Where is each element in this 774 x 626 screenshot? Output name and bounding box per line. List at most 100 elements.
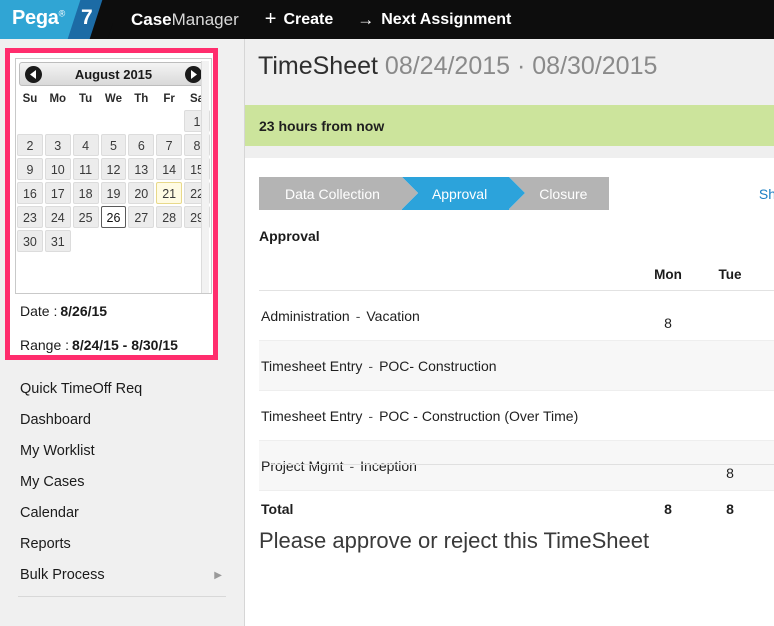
calendar-day-empty — [101, 110, 127, 132]
calendar-day-24[interactable]: 24 — [44, 206, 71, 228]
calendar-cell: 16 — [16, 181, 44, 205]
calendar-cell — [127, 109, 155, 133]
calendar-day-27[interactable]: 27 — [128, 206, 155, 228]
table-row: Project Mgmt - Inception 8 — [259, 441, 774, 491]
row-category: Administration — [261, 307, 350, 324]
table-header-row: Mon Tue — [259, 259, 774, 291]
calendar-day-2[interactable]: 2 — [17, 134, 43, 156]
sidebar-item-calendar[interactable]: Calendar — [0, 498, 244, 529]
calendar-cell: 19 — [100, 181, 128, 205]
calendar-grid: Su Mo Tu We Th Fr Sa 1 2 3 4 5 6 7 8 9 10 11 12 13 14… — [16, 90, 211, 253]
sidebar-item-my-worklist[interactable]: My Worklist — [0, 436, 244, 467]
calendar-cell — [16, 109, 44, 133]
calendar-day-23[interactable]: 23 — [17, 206, 43, 228]
calendar-day-4[interactable]: 4 — [72, 134, 99, 156]
stage-data-collection[interactable]: Data Collection — [259, 177, 418, 210]
assignment-card: Data Collection Approval Closure Sh Approv… — [245, 158, 774, 626]
next-assignment-button[interactable]: → Next Assignment — [357, 10, 511, 30]
row-hours-tue: 8 — [726, 465, 734, 481]
create-button-label: Create — [283, 10, 334, 28]
calendar-day-25[interactable]: 25 — [72, 206, 99, 228]
sidebar-item-label: Bulk Process — [20, 567, 105, 583]
approve-instruction-message: Please approve or reject this TimeSheet — [259, 528, 650, 553]
calendar-cell: 7 — [155, 133, 183, 157]
calendar-cell: 10 — [44, 157, 72, 181]
create-button[interactable]: + Create — [265, 8, 334, 31]
row-hours-mon: 8 — [664, 315, 672, 331]
column-header-tue: Tue — [718, 267, 742, 282]
calendar-cell — [155, 229, 183, 253]
calendar-day-3[interactable]: 3 — [44, 134, 71, 156]
calendar-next-month-button[interactable] — [185, 66, 202, 83]
calendar-day-26[interactable]: 26 — [100, 206, 127, 228]
row-category: Timesheet Entry — [261, 407, 363, 424]
weekday-we: We — [104, 93, 122, 105]
calendar-day-31[interactable]: 31 — [44, 230, 71, 252]
calendar-cell: 18 — [72, 181, 100, 205]
calendar-day-21[interactable]: 21 — [156, 182, 183, 204]
calendar-day-10[interactable]: 10 — [44, 158, 71, 180]
calendar-day-6[interactable]: 6 — [128, 134, 155, 156]
row-hours-mon — [637, 431, 699, 440]
calendar-cell: 6 — [127, 133, 155, 157]
calendar-cell: 4 — [72, 133, 100, 157]
stage-label: Data Collection — [285, 185, 380, 202]
calendar-day-28[interactable]: 28 — [156, 206, 183, 228]
calendar-day-12[interactable]: 12 — [100, 158, 127, 180]
stage-approval[interactable]: Approval — [401, 177, 526, 210]
calendar-day-20[interactable]: 20 — [128, 182, 155, 204]
row-separator: - — [368, 357, 374, 374]
calendar-day-17[interactable]: 17 — [44, 182, 71, 204]
row-separator: - — [355, 307, 361, 324]
calendar-day-9[interactable]: 9 — [17, 158, 43, 180]
calendar-day-14[interactable]: 14 — [156, 158, 183, 180]
calendar-week-row: 1 — [16, 109, 211, 133]
sidebar-item-label: Reports — [20, 536, 71, 552]
sidebar-nav-list: Quick TimeOff Req Dashboard My Worklist My … — [0, 374, 244, 591]
calendar-day-7[interactable]: 7 — [156, 134, 183, 156]
row-separator: - — [349, 457, 355, 474]
calendar-cell: 20 — [127, 181, 155, 205]
weekday-su: Su — [22, 93, 38, 105]
sidebar-item-dashboard[interactable]: Dashboard — [0, 405, 244, 436]
row-task-label: Project Mgmt - Inception — [259, 458, 637, 474]
row-separator: - — [368, 407, 374, 424]
calendar-scrollbar[interactable] — [201, 61, 209, 293]
calendar-day-empty — [17, 110, 43, 132]
calendar-cell: 21 — [155, 181, 183, 205]
calendar-prev-month-button[interactable] — [25, 66, 42, 83]
table-row: Timesheet Entry - POC - Construction (Over… — [259, 391, 774, 441]
sidebar-item-label: My Worklist — [20, 443, 95, 459]
calendar-cell: 13 — [127, 157, 155, 181]
calendar-cell: 5 — [100, 133, 128, 157]
calendar-cell: 14 — [155, 157, 183, 181]
sidebar-item-reports[interactable]: Reports — [0, 529, 244, 560]
sidebar-item-my-cases[interactable]: My Cases — [0, 467, 244, 498]
sidebar-item-bulk-process[interactable]: Bulk Process ▶ — [0, 560, 244, 591]
calendar-day-19[interactable]: 19 — [100, 182, 127, 204]
sidebar-item-quick-timeoff-req[interactable]: Quick TimeOff Req — [0, 374, 244, 405]
top-navigation-bar: Pega® 7 Case Manager + Create → Next Assi… — [0, 0, 774, 39]
date-picker-calendar[interactable]: August 2015 Su Mo Tu We Th Fr Sa 1 2 3 4… — [15, 58, 212, 294]
calendar-day-18[interactable]: 18 — [72, 182, 99, 204]
calendar-day-empty — [45, 110, 71, 132]
calendar-day-11[interactable]: 11 — [72, 158, 99, 180]
calendar-cell: 25 — [72, 205, 100, 229]
calendar-cell: 17 — [44, 181, 72, 205]
calendar-highlight-box: August 2015 Su Mo Tu We Th Fr Sa 1 2 3 4… — [5, 48, 218, 360]
row-hours-tue — [699, 431, 761, 440]
app-name-bold: Case — [131, 9, 172, 29]
calendar-day-16[interactable]: 16 — [17, 182, 43, 204]
calendar-day-13[interactable]: 13 — [128, 158, 155, 180]
date-label: Date : — [20, 303, 58, 319]
calendar-day-empty — [101, 230, 127, 252]
show-details-link[interactable]: Sh — [759, 186, 774, 202]
calendar-cell: 30 — [16, 229, 44, 253]
calendar-day-30[interactable]: 30 — [17, 230, 43, 252]
column-header-mon: Mon — [654, 267, 682, 282]
calendar-cell — [72, 229, 100, 253]
calendar-day-5[interactable]: 5 — [100, 134, 127, 156]
page-title-main: TimeSheet — [258, 52, 378, 80]
app-name-casemanager[interactable]: Case Manager — [131, 10, 239, 30]
pega-logo[interactable]: Pega® 7 — [0, 0, 113, 39]
